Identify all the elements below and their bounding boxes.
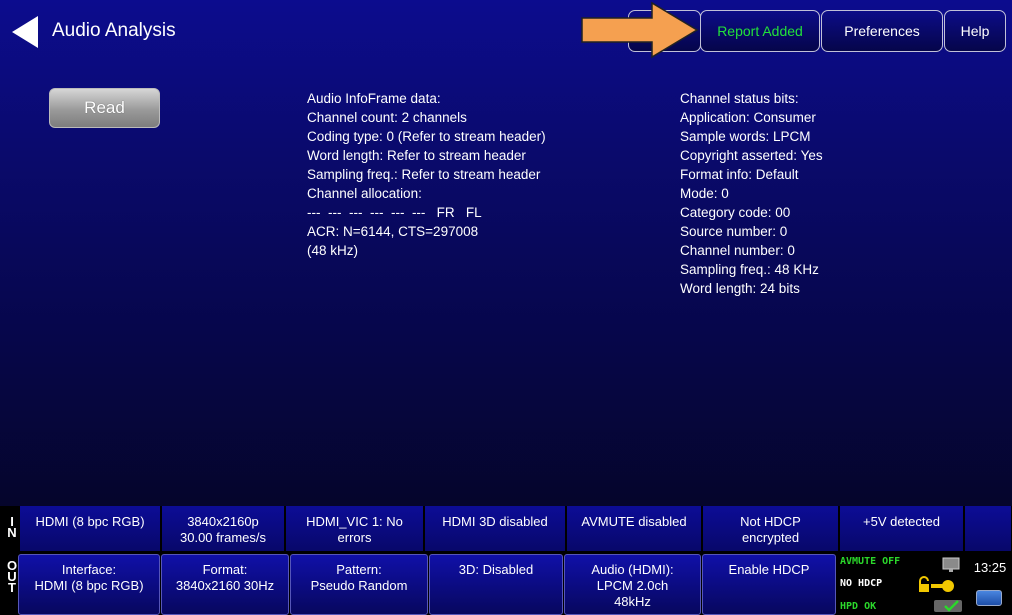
in-interface: HDMI (8 bpc RGB) <box>20 506 161 551</box>
avmute-status: AVMUTE OFF <box>840 556 901 567</box>
channel-status-line: Sample words: LPCM <box>680 129 811 144</box>
channel-status-panel: Channel status bits: Application: Consum… <box>680 89 823 298</box>
in-avmute: AVMUTE disabled <box>567 506 702 551</box>
out-side-label: O U T <box>7 558 18 595</box>
channel-status-line: Format info: Default <box>680 167 799 182</box>
clock-icon[interactable] <box>976 590 1002 606</box>
infoframe-line: Coding type: 0 (Refer to stream header) <box>307 129 546 144</box>
infoframe-line: ACR: N=6144, CTS=297008 <box>307 224 479 239</box>
in-side-label: I N <box>7 514 17 540</box>
in-hdcp: Not HDCP encrypted <box>703 506 839 551</box>
toggle-check-icon <box>934 600 962 612</box>
channel-status-line: Copyright asserted: Yes <box>680 148 823 163</box>
out-pattern-button[interactable]: Pattern: Pseudo Random <box>290 554 428 615</box>
in-format: 3840x2160p 30.00 frames/s <box>162 506 285 551</box>
hpd-status: HPD OK <box>840 601 877 612</box>
channel-status-line: Source number: 0 <box>680 224 788 239</box>
screen: Audio Analysis Report Added Preferences … <box>0 0 1012 615</box>
in-3d: HDMI 3D disabled <box>425 506 566 551</box>
in-vic: HDMI_VIC 1: No errors <box>286 506 424 551</box>
hdcp-status: NO HDCP <box>840 578 883 589</box>
channel-status-line: Word length: 24 bits <box>680 281 800 296</box>
infoframe-line: Sampling freq.: Refer to stream header <box>307 167 541 182</box>
out-format-button[interactable]: Format: 3840x2160 30Hz <box>161 554 289 615</box>
out-interface-button[interactable]: Interface: HDMI (8 bpc RGB) <box>18 554 160 615</box>
infoframe-line: Audio InfoFrame data: <box>307 91 441 106</box>
out-3d-button[interactable]: 3D: Disabled <box>429 554 563 615</box>
lock-key-icon <box>919 576 954 592</box>
top-bar: Audio Analysis Report Added Preferences … <box>0 0 1012 62</box>
infoframe-line: --- --- --- --- --- --- FR FL <box>307 205 482 220</box>
audio-infoframe-panel: Audio InfoFrame data: Channel count: 2 c… <box>307 89 546 260</box>
monitor-icon <box>942 557 960 572</box>
page-title: Audio Analysis <box>52 20 176 41</box>
tab-report-added[interactable]: Report Added <box>700 10 820 52</box>
infoframe-line: (48 kHz) <box>307 243 359 258</box>
channel-status-line: Sampling freq.: 48 KHz <box>680 262 819 277</box>
input-status-bar: I N HDMI (8 bpc RGB) 3840x2160p 30.00 fra… <box>0 506 1012 551</box>
out-audio-button[interactable]: Audio (HDMI): LPCM 2.0ch 48kHz <box>564 554 701 615</box>
output-status-bar: O U T Interface: HDMI (8 bpc RGB) Format:… <box>0 551 1012 615</box>
channel-status-line: Category code: 00 <box>680 205 791 220</box>
tab-help[interactable]: Help <box>944 10 1006 52</box>
output-status-panel: AVMUTE OFF NO HDCP HPD OK <box>837 554 966 615</box>
channel-status-line: Application: Consumer <box>680 110 816 125</box>
channel-status-line: Channel number: 0 <box>680 243 795 258</box>
in-5v: +5V detected <box>840 506 964 551</box>
pointer-arrow-icon <box>581 1 699 59</box>
clock-time: 13:25 <box>973 560 1007 575</box>
tab-preferences[interactable]: Preferences <box>821 10 943 52</box>
infoframe-line: Channel count: 2 channels <box>307 110 467 125</box>
enable-hdcp-button[interactable]: Enable HDCP <box>702 554 836 615</box>
channel-status-line: Channel status bits: <box>680 91 799 106</box>
back-arrow-icon[interactable] <box>10 14 40 50</box>
infoframe-line: Word length: Refer to stream header <box>307 148 526 163</box>
infoframe-line: Channel allocation: <box>307 186 422 201</box>
in-spacer <box>965 506 1012 551</box>
channel-status-line: Mode: 0 <box>680 186 729 201</box>
read-button[interactable]: Read <box>49 88 160 128</box>
